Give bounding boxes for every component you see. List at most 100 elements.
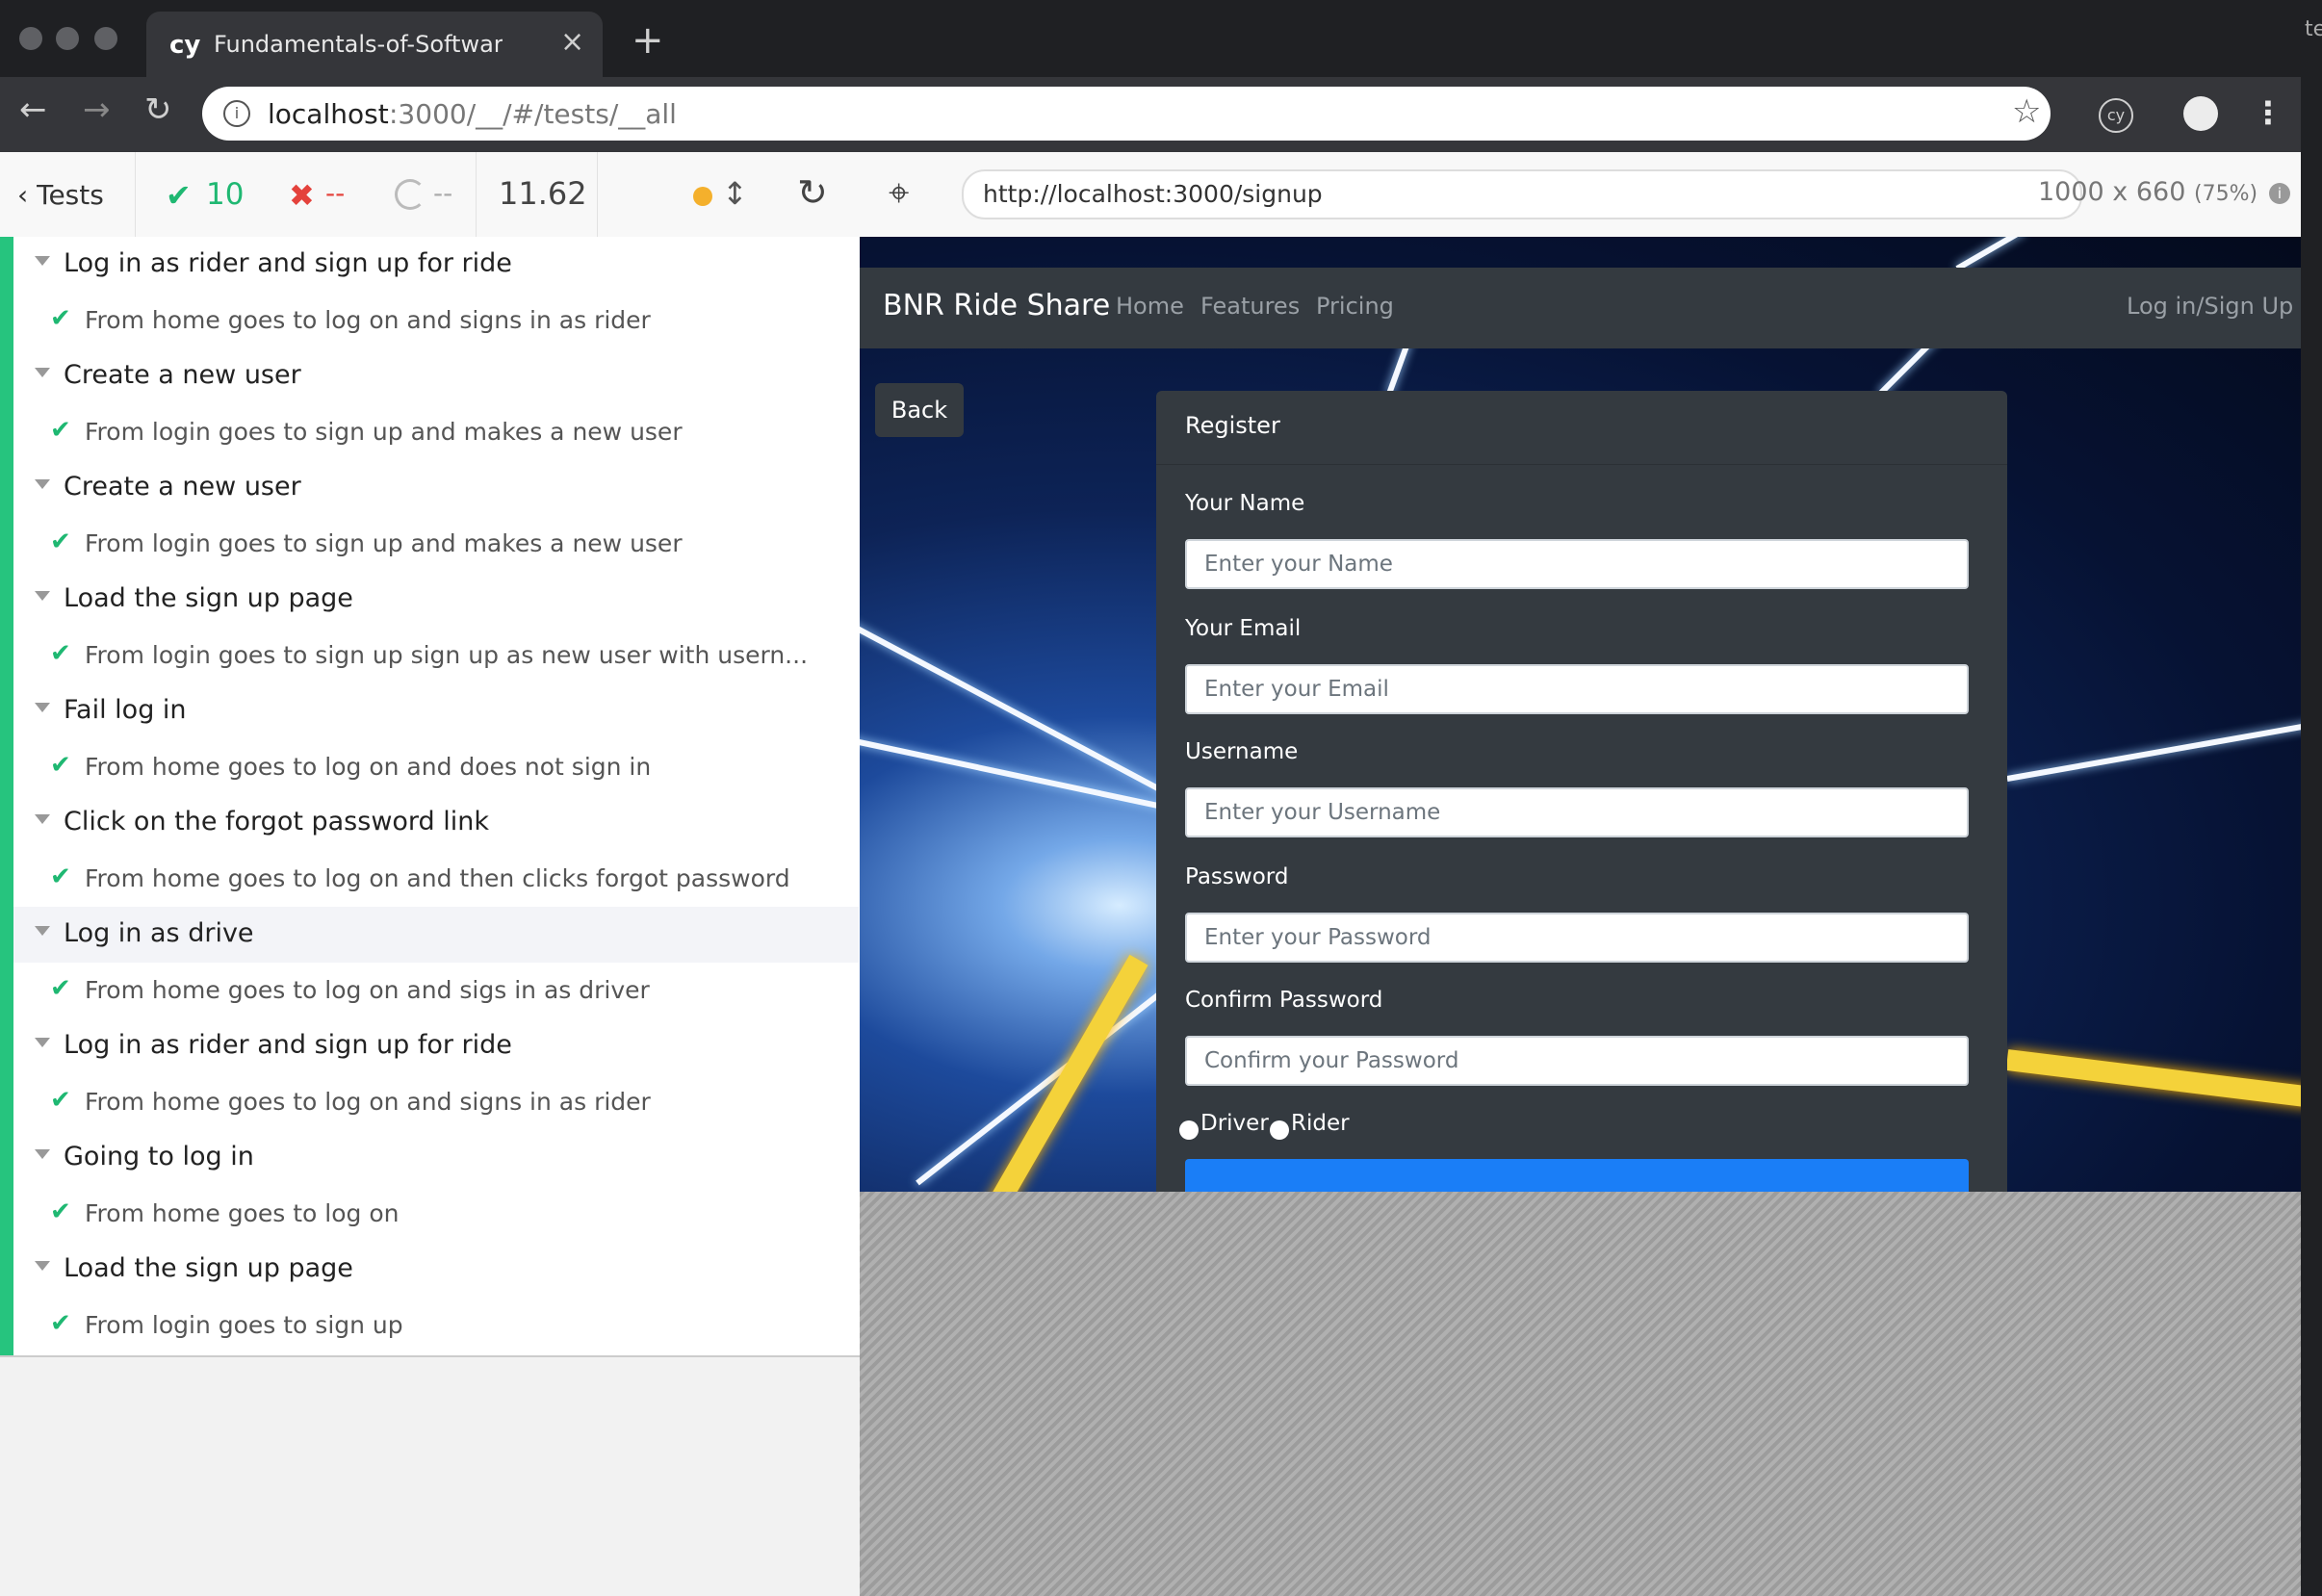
name-input[interactable]: [1185, 539, 1969, 589]
omnibox[interactable]: i localhost :3000/__/#/tests/__all ☆: [202, 87, 2051, 141]
suite-row[interactable]: Log in as rider and sign up for ride: [13, 237, 859, 293]
viewport-scale: (75%): [2194, 182, 2258, 206]
brand-logo[interactable]: BNR Ride Share: [883, 289, 1110, 322]
back-button[interactable]: Back: [875, 383, 964, 437]
test-row[interactable]: ✔ From home goes to log on and sigs in as…: [13, 963, 859, 1018]
light-beam: [1955, 237, 2025, 271]
collapse-caret-icon[interactable]: [35, 814, 50, 824]
yellow-light-streak: [985, 954, 1148, 1192]
collapse-caret-icon[interactable]: [35, 1149, 50, 1159]
suite-title: Load the sign up page: [64, 583, 353, 613]
check-icon: ✔: [50, 528, 71, 556]
suite-title: Fail log in: [64, 695, 187, 725]
run-duration: 11.62: [499, 175, 587, 212]
profile-avatar-icon[interactable]: [2183, 96, 2218, 131]
cypress-extension-icon[interactable]: cy: [2099, 98, 2133, 133]
suite-row[interactable]: Log in as drive: [13, 907, 859, 963]
suite-row[interactable]: Going to log in: [13, 1130, 859, 1186]
test-title: From login goes to sign up: [85, 1311, 403, 1339]
check-icon: ✔: [50, 1309, 71, 1338]
passed-count: 10: [206, 177, 245, 212]
aut-header: ⌖ http://localhost:3000/signup 1000 x 66…: [860, 152, 2301, 238]
rerun-tests-icon[interactable]: ↻: [797, 171, 828, 214]
runner-stats-bar: ‹ Tests ✔ 10 ✖ -- -- 11.62 ↕ ↻: [0, 152, 860, 238]
collapse-caret-icon[interactable]: [35, 256, 50, 266]
password-label: Password: [1185, 864, 1289, 889]
site-info-icon[interactable]: i: [223, 100, 250, 127]
suite-title: Create a new user: [64, 360, 301, 390]
nav-link-features[interactable]: Features: [1200, 293, 1300, 320]
test-row[interactable]: ✔ From login goes to sign up and makes a …: [13, 516, 859, 572]
new-tab-button[interactable]: +: [632, 21, 664, 60]
suite-row[interactable]: Load the sign up page: [13, 1242, 859, 1298]
close-tab-icon[interactable]: ×: [560, 25, 584, 59]
test-row[interactable]: ✔ From login goes to sign up and makes a …: [13, 404, 859, 460]
suite-row[interactable]: Create a new user: [13, 460, 859, 516]
test-title: From home goes to log on: [85, 1199, 400, 1227]
login-signup-link[interactable]: Log in/Sign Up: [2127, 293, 2293, 320]
bookmark-star-icon[interactable]: ☆: [2012, 92, 2041, 131]
test-title: From home goes to log on and does not si…: [85, 753, 652, 781]
test-row[interactable]: ✔ From login goes to sign up sign up as n…: [13, 628, 859, 683]
yellow-light-streak: [2005, 1049, 2301, 1108]
driver-radio-label: Driver: [1200, 1111, 1269, 1136]
aut-url-field[interactable]: http://localhost:3000/signup: [962, 169, 2082, 219]
browser-tab[interactable]: cy Fundamentals-of-Software-Engineering …: [146, 12, 603, 79]
nav-link-pricing[interactable]: Pricing: [1316, 293, 1394, 320]
reload-icon[interactable]: ↻: [144, 90, 172, 129]
check-icon: ✔: [50, 1197, 71, 1226]
maximize-window-button[interactable]: [94, 27, 117, 50]
test-row[interactable]: ✔ From login goes to sign up: [13, 1298, 859, 1353]
test-row[interactable]: ✔ From home goes to log on: [13, 1186, 859, 1242]
close-window-button[interactable]: [19, 27, 42, 50]
forward-arrow-icon[interactable]: →: [83, 90, 111, 129]
browser-menu-icon[interactable]: ⋮: [2253, 94, 2283, 131]
collapse-caret-icon[interactable]: [35, 1038, 50, 1047]
test-row[interactable]: ✔ From home goes to log on and does not s…: [13, 739, 859, 795]
viewport-info-icon[interactable]: i: [2269, 183, 2290, 204]
tab-title: Fundamentals-of-Software-Engineering: [214, 31, 503, 58]
confirm-password-input[interactable]: [1185, 1036, 1969, 1086]
divider: [135, 152, 136, 237]
register-title: Register: [1185, 412, 1280, 439]
collapse-caret-icon[interactable]: [35, 926, 50, 936]
collapse-caret-icon[interactable]: [35, 703, 50, 712]
minimize-window-button[interactable]: [56, 27, 79, 50]
collapse-caret-icon[interactable]: [35, 1261, 50, 1271]
test-row[interactable]: ✔ From home goes to log on and signs in a…: [13, 293, 859, 348]
suite-row[interactable]: Click on the forgot password link: [13, 795, 859, 851]
suite-row[interactable]: Log in as rider and sign up for ride: [13, 1018, 859, 1074]
collapse-caret-icon[interactable]: [35, 479, 50, 489]
password-input[interactable]: [1185, 913, 1969, 963]
driver-radio[interactable]: [1179, 1120, 1199, 1140]
test-row[interactable]: ✔ From home goes to log on and then click…: [13, 851, 859, 907]
auto-scroll-toggle-icon[interactable]: ↕: [722, 175, 748, 212]
collapse-caret-icon[interactable]: [35, 368, 50, 377]
selector-playground-icon[interactable]: ⌖: [889, 171, 909, 215]
suite-row[interactable]: Create a new user: [13, 348, 859, 404]
tests-back-button[interactable]: ‹ Tests: [17, 179, 104, 211]
suite-title: Load the sign up page: [64, 1253, 353, 1283]
aut-url-text: http://localhost:3000/signup: [983, 180, 1323, 208]
suite-row[interactable]: Load the sign up page: [13, 572, 859, 628]
divider: [476, 152, 477, 237]
adjacent-window-text: te: [2305, 17, 2322, 41]
username-input[interactable]: [1185, 787, 1969, 837]
suite-title: Log in as drive: [64, 918, 254, 948]
test-reporter: Log in as rider and sign up for ride ✔ Fro…: [0, 237, 861, 1357]
submit-button[interactable]: [1185, 1159, 1969, 1192]
rider-radio[interactable]: [1270, 1120, 1289, 1140]
test-title: From login goes to sign up and makes a n…: [85, 529, 683, 557]
suite-row[interactable]: Fail log in: [13, 683, 859, 739]
email-label: Your Email: [1185, 616, 1302, 641]
cross-icon: ✖: [289, 177, 315, 214]
email-input[interactable]: [1185, 664, 1969, 714]
test-row[interactable]: ✔ From home goes to log on and signs in a…: [13, 1074, 859, 1130]
test-title: From home goes to log on and signs in as…: [85, 1088, 651, 1116]
pending-count: --: [433, 177, 453, 209]
collapse-caret-icon[interactable]: [35, 591, 50, 601]
url-host: localhost: [268, 98, 389, 130]
back-arrow-icon[interactable]: ←: [19, 90, 47, 129]
adjacent-window-edge: [2301, 0, 2322, 1596]
nav-link-home[interactable]: Home: [1116, 293, 1184, 320]
